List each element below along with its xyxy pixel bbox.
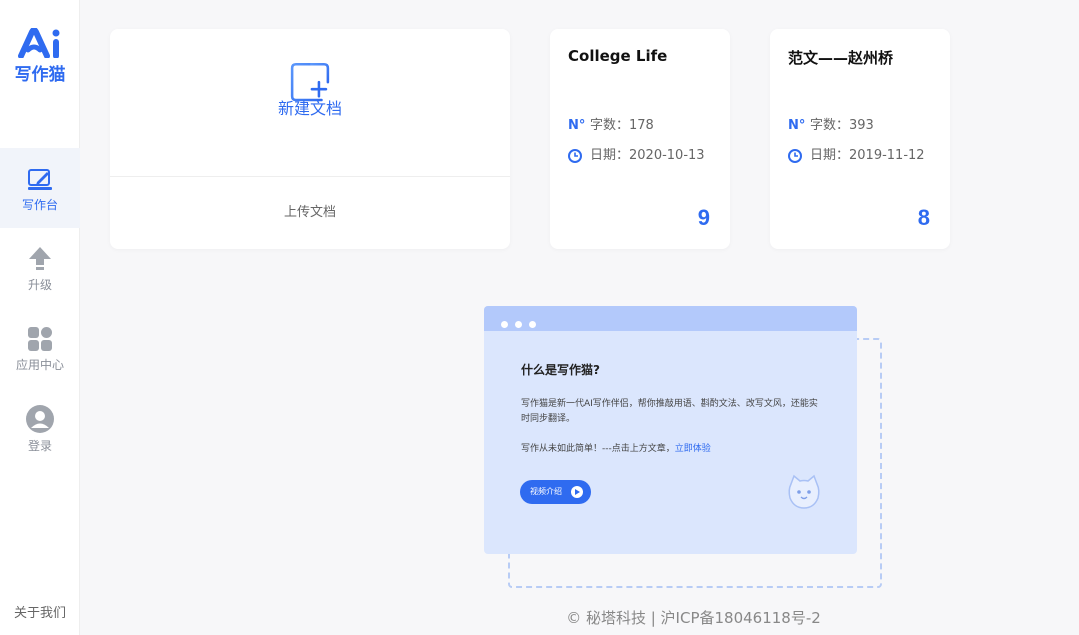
footer: © 秘塔科技 | 沪ICP备18046118号-2 <box>80 607 1079 628</box>
document-count: 8 <box>917 205 930 230</box>
logo-mark-icon <box>18 28 60 58</box>
sidebar-item-login[interactable]: 登录 <box>0 388 80 468</box>
sidebar-item-label: 写作台 <box>21 198 58 212</box>
cat-mascot-icon <box>788 474 820 509</box>
sidebar-item-app-center[interactable]: 应用中心 <box>0 308 80 388</box>
document-date: 日期：2020-10-13 <box>568 144 705 163</box>
document-count: 9 <box>697 205 710 230</box>
document-card[interactable]: College Life N° 字数：178 日期：2020-10-13 9 <box>550 29 730 249</box>
document-wordcount: N° 字数：178 <box>568 118 654 133</box>
new-document-label: 新建文档 <box>277 99 342 118</box>
intro-window: 什么是写作猫? 写作猫是新一代AI写作伴侣，帮你推敲用语、斟酌文法、改写文风，还… <box>484 306 857 554</box>
try-now-link[interactable]: 立即体验 <box>675 444 711 454</box>
footer-copyright: © 秘塔科技 | 沪ICP备18046118号-2 <box>566 609 821 627</box>
sidebar: 写作猫 写作台 升级 应用中心 登录 关于我们 <box>0 0 80 635</box>
upload-document-button[interactable]: 上传文档 <box>110 177 510 220</box>
upgrade-arrow-icon <box>29 247 51 270</box>
window-titlebar <box>484 306 857 331</box>
about-us-link[interactable]: 关于我们 <box>0 602 80 621</box>
sidebar-item-label: 应用中心 <box>15 358 64 372</box>
number-icon: N° <box>788 118 806 133</box>
sidebar-item-label: 登录 <box>27 439 52 453</box>
document-card[interactable]: 范文——赵州桥 N° 字数：393 日期：2019-11-12 8 <box>770 29 950 249</box>
apps-grid-icon <box>28 327 52 351</box>
clock-icon <box>788 148 804 163</box>
new-document-card: 新建文档 上传文档 <box>110 29 510 249</box>
play-icon <box>571 486 583 498</box>
clock-icon <box>568 148 584 163</box>
document-date: 日期：2019-11-12 <box>788 144 925 163</box>
user-avatar-icon <box>26 405 54 433</box>
video-intro-button[interactable]: 视频介绍 <box>520 480 591 504</box>
sidebar-item-workspace[interactable]: 写作台 <box>0 148 80 228</box>
number-icon: N° <box>568 118 586 133</box>
sidebar-item-label: 升级 <box>27 278 52 292</box>
new-document-button[interactable]: 新建文档 <box>110 29 510 177</box>
logo[interactable]: 写作猫 <box>0 28 80 85</box>
intro-description: 写作猫是新一代AI写作伴侣，帮你推敲用语、斟酌文法、改写文风，还能实时同步翻译。 <box>521 399 818 424</box>
document-title: 范文——赵州桥 <box>788 49 894 67</box>
edit-icon <box>28 169 52 190</box>
intro-cta-line: 写作从未如此简单！---点击上方文章，立即体验 <box>521 444 711 454</box>
logo-text: 写作猫 <box>14 65 66 85</box>
sidebar-item-upgrade[interactable]: 升级 <box>0 228 80 308</box>
document-title: College Life <box>568 47 668 65</box>
document-wordcount: N° 字数：393 <box>788 118 874 133</box>
intro-title: 什么是写作猫? <box>521 363 600 377</box>
intro-illustration: 什么是写作猫? 写作猫是新一代AI写作伴侣，帮你推敲用语、斟酌文法、改写文风，还… <box>484 306 884 591</box>
